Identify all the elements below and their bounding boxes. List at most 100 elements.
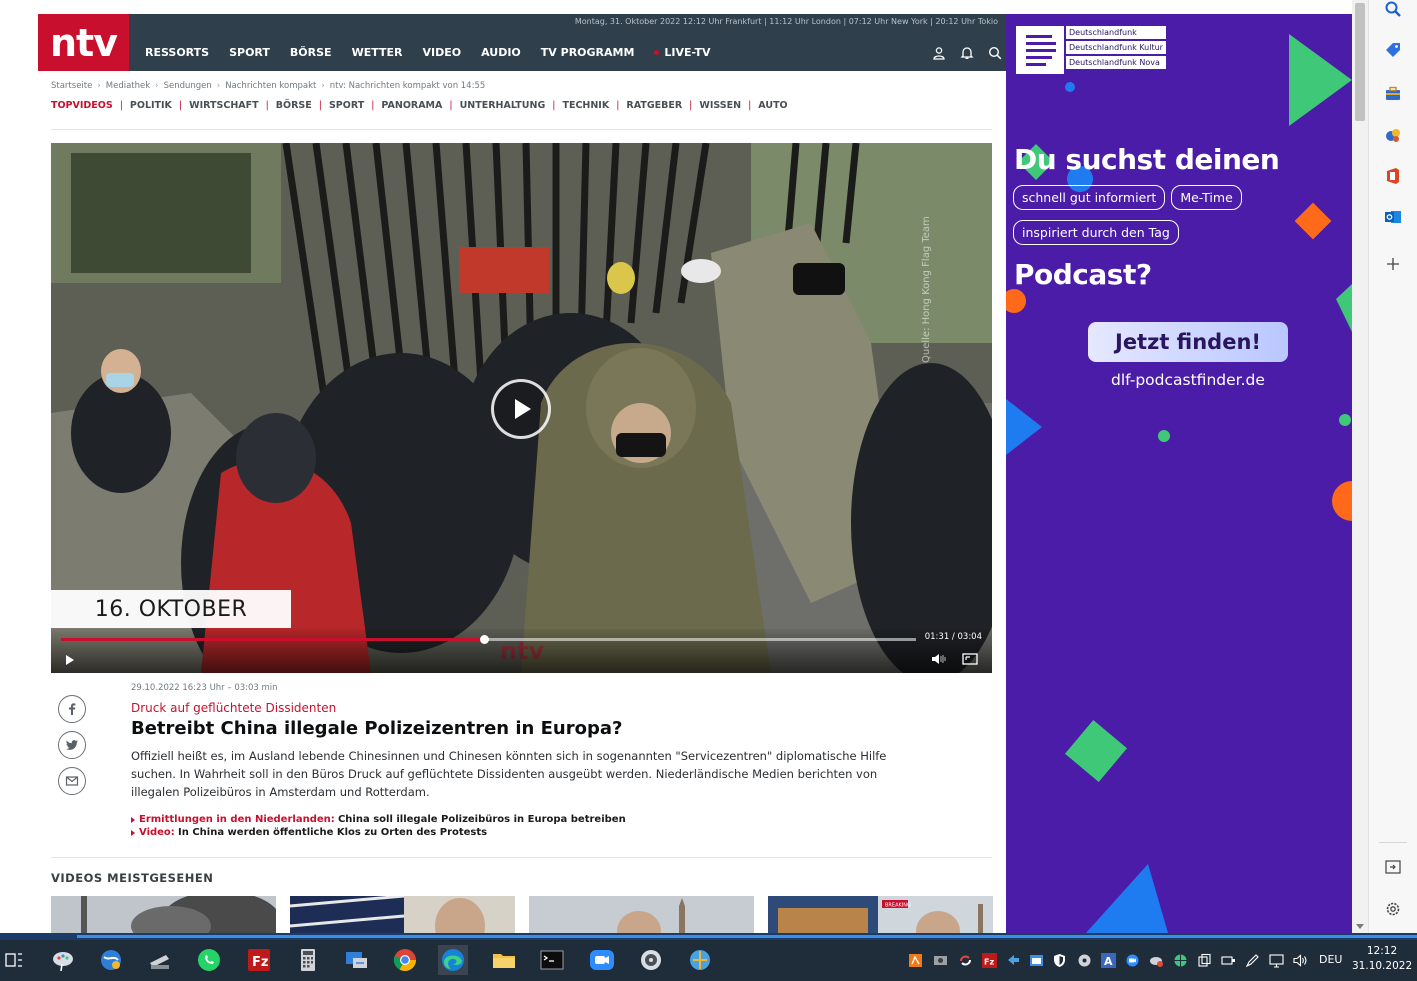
- ad-chip[interactable]: inspiriert durch den Tag: [1013, 220, 1179, 245]
- breadcrumb-item[interactable]: Mediathek: [106, 81, 150, 91]
- filezilla-icon[interactable]: Fz: [244, 945, 274, 975]
- fullscreen-icon[interactable]: [962, 653, 978, 665]
- subnav-politik[interactable]: POLITIK: [130, 100, 172, 111]
- facebook-share-button[interactable]: [58, 695, 86, 723]
- tray-app-orange-icon[interactable]: [908, 953, 923, 968]
- divider: [51, 129, 992, 130]
- ad-url-link[interactable]: dlf-podcastfinder.de: [1111, 371, 1265, 389]
- briefcase-icon[interactable]: [1384, 85, 1402, 103]
- nav-boerse[interactable]: BÖRSE: [290, 46, 332, 59]
- scanner-icon[interactable]: [144, 945, 174, 975]
- mail-share-button[interactable]: [58, 767, 86, 795]
- subnav-wissen[interactable]: WISSEN: [699, 100, 741, 111]
- search-icon[interactable]: [988, 46, 1002, 60]
- subnav-boerse[interactable]: BÖRSE: [276, 100, 312, 111]
- remote-desktop-icon[interactable]: [342, 945, 372, 975]
- whatsapp-icon[interactable]: [194, 945, 224, 975]
- nav-sport[interactable]: SPORT: [229, 46, 270, 59]
- chrome-icon[interactable]: [390, 945, 420, 975]
- ad-chip[interactable]: Me-Time: [1171, 185, 1242, 210]
- nav-video[interactable]: VIDEO: [422, 46, 461, 59]
- advertisement-panel[interactable]: Deutschlandfunk Deutschlandfunk Kultur D…: [1006, 14, 1352, 933]
- edge-icon[interactable]: [438, 945, 468, 975]
- video-progress-handle[interactable]: [480, 635, 490, 644]
- tray-usb-icon[interactable]: [1221, 953, 1236, 968]
- scroll-down-arrow-icon[interactable]: [1356, 924, 1364, 929]
- video-thumbnail[interactable]: [290, 896, 515, 933]
- nav-audio[interactable]: AUDIO: [481, 46, 521, 59]
- media-player-icon[interactable]: [636, 945, 666, 975]
- breadcrumb-item[interactable]: Sendungen: [164, 81, 212, 91]
- nav-live-tv[interactable]: LIVE-TV: [654, 46, 711, 59]
- subnav-auto[interactable]: AUTO: [758, 100, 787, 111]
- split-screen-icon[interactable]: [1384, 858, 1402, 876]
- tray-disc-icon[interactable]: [1077, 953, 1092, 968]
- video-thumbnail[interactable]: [529, 896, 754, 933]
- nav-tv-programm[interactable]: TV PROGRAMM: [541, 46, 635, 59]
- tray-pen-icon[interactable]: [1245, 953, 1260, 968]
- tray-copy-icon[interactable]: [1197, 953, 1212, 968]
- security-shield-icon[interactable]: [1052, 953, 1067, 968]
- file-explorer-icon[interactable]: [489, 945, 519, 975]
- ad-cta-button[interactable]: Jetzt finden!: [1088, 322, 1288, 362]
- system-clock[interactable]: 12:12 31.10.2022: [1352, 944, 1412, 974]
- zoom-icon[interactable]: [587, 945, 617, 975]
- bell-icon[interactable]: [960, 46, 974, 60]
- subnav-technik[interactable]: TECHNIK: [562, 100, 609, 111]
- user-icon[interactable]: [932, 46, 946, 60]
- nav-ressorts[interactable]: RESSORTS: [145, 46, 209, 59]
- subnav-unterhaltung[interactable]: UNTERHALTUNG: [460, 100, 546, 111]
- play-overlay-button[interactable]: [491, 379, 551, 439]
- subnav-sport[interactable]: SPORT: [329, 100, 364, 111]
- search-icon[interactable]: [1384, 0, 1402, 18]
- breadcrumb-item[interactable]: Startseite: [51, 81, 92, 91]
- add-icon[interactable]: [1384, 255, 1402, 273]
- related-link[interactable]: Video: In China werden öffentliche Klos …: [131, 827, 626, 838]
- tray-network-globe-icon[interactable]: [1173, 953, 1188, 968]
- paint-icon[interactable]: [48, 945, 78, 975]
- subnav-panorama[interactable]: PANORAMA: [381, 100, 442, 111]
- tray-sync-icon[interactable]: [958, 953, 973, 968]
- terminal-icon[interactable]: [537, 945, 567, 975]
- facebook-icon: [69, 703, 76, 715]
- office-icon[interactable]: [1384, 167, 1402, 185]
- breadcrumb-item[interactable]: Nachrichten kompakt: [225, 81, 316, 91]
- calculator-icon[interactable]: [293, 945, 323, 975]
- tray-cloud-error-icon[interactable]: [1149, 953, 1164, 968]
- most-viewed-thumbnails: BREAKING: [51, 896, 993, 933]
- ntv-logo[interactable]: ntv: [38, 14, 129, 71]
- tray-font-icon[interactable]: A: [1101, 953, 1116, 968]
- tag-icon[interactable]: [1384, 41, 1402, 59]
- settings-icon[interactable]: [1384, 900, 1402, 918]
- input-language-indicator[interactable]: DEU: [1319, 953, 1342, 966]
- video-player[interactable]: Quelle: Hong Kong Flag Team 16. OKTOBER …: [51, 143, 992, 673]
- tray-window-icon[interactable]: [1029, 953, 1044, 968]
- nav-wetter[interactable]: WETTER: [352, 46, 403, 59]
- page-scrollbar[interactable]: [1352, 0, 1368, 933]
- divider: |: [552, 100, 556, 111]
- twitter-share-button[interactable]: [58, 731, 86, 759]
- volume-icon[interactable]: [1293, 953, 1308, 968]
- subnav-wirtschaft[interactable]: WIRTSCHAFT: [189, 100, 258, 111]
- network-monitor-icon[interactable]: [1269, 953, 1284, 968]
- subnav-topvideos[interactable]: TOPVIDEOS: [51, 100, 113, 111]
- volume-icon[interactable]: [931, 653, 947, 665]
- play-icon[interactable]: [65, 654, 75, 666]
- subnav-ratgeber[interactable]: RATGEBER: [626, 100, 682, 111]
- video-thumbnail[interactable]: [51, 896, 276, 933]
- outlook-icon[interactable]: [1384, 208, 1402, 226]
- scrollbar-thumb[interactable]: [1355, 3, 1365, 121]
- globe-app-icon[interactable]: [685, 945, 715, 975]
- chevron-right-icon: ›: [321, 81, 325, 91]
- related-link[interactable]: Ermittlungen in den Niederlanden: China …: [131, 814, 626, 825]
- tray-keyboard-icon[interactable]: [933, 953, 948, 968]
- filezilla-tray-icon[interactable]: Fz: [982, 953, 997, 968]
- games-icon[interactable]: [1384, 126, 1402, 144]
- network-icon[interactable]: [96, 945, 126, 975]
- video-progress-bar[interactable]: [61, 635, 916, 644]
- ad-chip[interactable]: schnell gut informiert: [1013, 185, 1166, 210]
- video-thumbnail[interactable]: BREAKING: [768, 896, 993, 933]
- task-view-icon[interactable]: [0, 945, 30, 975]
- tray-camera-icon[interactable]: [1125, 953, 1140, 968]
- tray-arrow-icon[interactable]: [1006, 953, 1021, 968]
